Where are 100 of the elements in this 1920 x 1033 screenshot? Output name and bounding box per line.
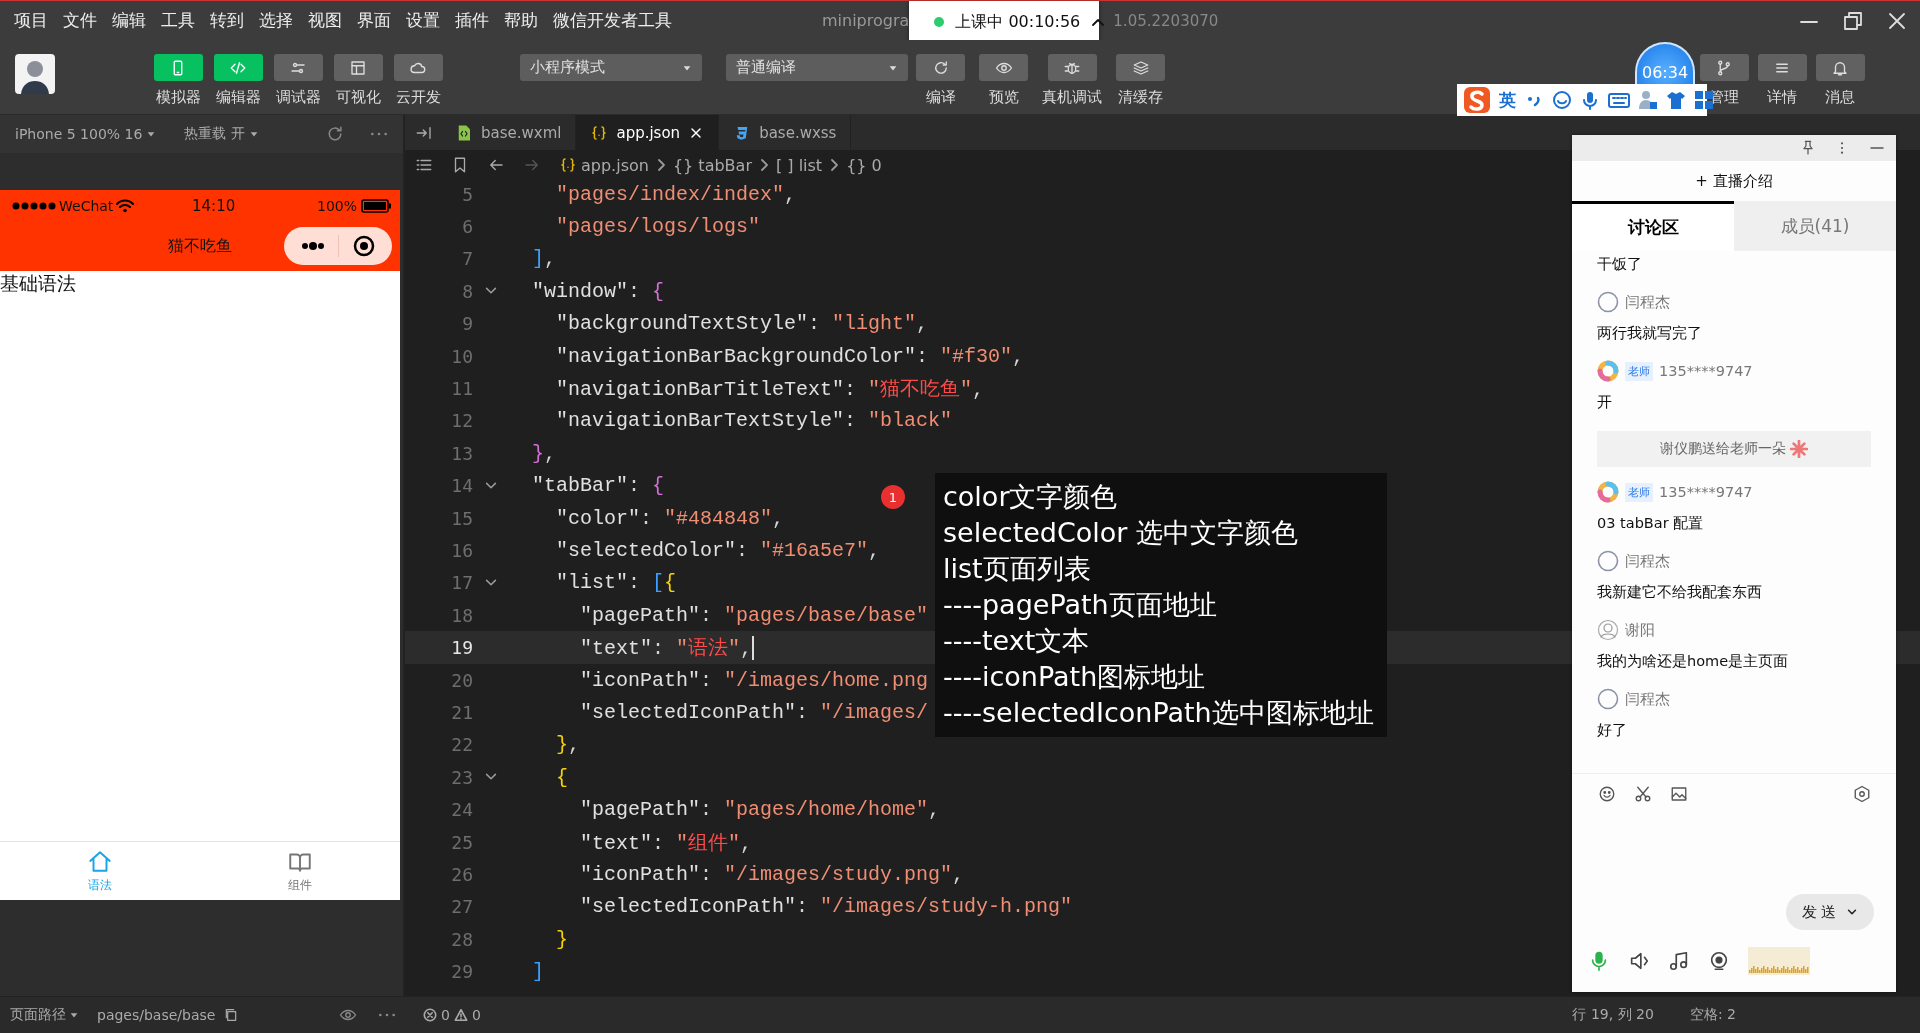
- gift-text: 谢仪鹏送给老师一朵: [1660, 440, 1786, 458]
- hot-reload-dropdown[interactable]: 热重载 开: [184, 125, 259, 143]
- code-line: "iconPath": "/images/home.png: [579, 668, 929, 692]
- user-name: 谢阳: [1625, 620, 1655, 640]
- line-number: 27: [450, 896, 473, 918]
- toolbar-label: 清缓存: [1118, 88, 1164, 107]
- window-title: miniprogra: [822, 11, 910, 30]
- line-number: 23: [450, 766, 473, 788]
- code-line: "text": "语法",: [579, 636, 753, 662]
- indentation-setting[interactable]: 空格: 2: [1689, 1006, 1736, 1024]
- editor-tab[interactable]: app.json: [576, 115, 720, 150]
- code-line: }: [555, 927, 568, 951]
- tooltip-line: ----iconPath图标地址: [943, 660, 1207, 694]
- device-dropdown[interactable]: iPhone 5 100% 16: [15, 126, 157, 142]
- toolbar-label: 云开发: [395, 88, 441, 107]
- menu-item[interactable]: 设置: [406, 9, 440, 32]
- code-line: "navigationBarTitleText": "猫不吃鱼",: [555, 377, 985, 403]
- chat-message: 03 tabBar 配置: [1597, 514, 1705, 533]
- toolbar-label: 调试器: [275, 88, 321, 107]
- line-number: 18: [450, 604, 473, 626]
- role-tag: 老师: [1625, 361, 1653, 381]
- user-name: 135****9747: [1659, 363, 1753, 379]
- code-line: "window": {: [531, 279, 665, 303]
- toolbar-label: 消息: [1825, 88, 1855, 107]
- line-number: 9: [461, 313, 473, 335]
- intro-link[interactable]: + 直播介绍: [1572, 161, 1896, 201]
- chat-message: 干饭了: [1597, 255, 1643, 274]
- code-line: "iconPath": "/images/study.png",: [579, 862, 965, 886]
- page-path-dropdown[interactable]: 页面路径: [10, 1006, 79, 1024]
- code-line: ],: [531, 247, 557, 271]
- dropdown[interactable]: 普通编译: [726, 54, 909, 81]
- tooltip-line: ----selectedIconPath选中图标地址: [943, 696, 1375, 730]
- line-number: 13: [450, 442, 473, 464]
- breadcrumb-item[interactable]: {} tabBar: [672, 155, 752, 175]
- toolbar-label: 编辑器: [215, 88, 261, 107]
- tooltip-line: selectedColor 选中文字颜色: [943, 516, 1300, 550]
- menu-item[interactable]: 界面: [357, 9, 391, 32]
- code-line: "list": [{: [555, 571, 677, 595]
- toolbar-label: 详情: [1767, 88, 1797, 107]
- cursor-position[interactable]: 行 19, 列 20: [1572, 1006, 1654, 1024]
- send-button[interactable]: 发 送: [1786, 894, 1874, 930]
- toolbar-label: 可视化: [335, 88, 381, 107]
- menu-item[interactable]: 视图: [308, 9, 342, 32]
- line-number: 11: [450, 378, 473, 400]
- line-number: 15: [450, 507, 473, 529]
- code-line: ]: [531, 960, 544, 984]
- toolbar-label: 模拟器: [155, 88, 201, 107]
- page-text: 基础语法: [0, 272, 76, 294]
- chat-message: 我新建它不给我配套东西: [1597, 583, 1763, 602]
- chat-tab[interactable]: 成员(41): [1734, 201, 1896, 251]
- version-label: 1.05.2203070: [1113, 11, 1219, 30]
- page-path: pages/base/base: [97, 1007, 216, 1023]
- problems-indicator[interactable]: 0 0: [423, 1007, 481, 1023]
- tooltip-line: list页面列表: [943, 552, 1092, 586]
- line-number: 10: [450, 345, 473, 367]
- code-line: "pages/logs/logs": [555, 215, 761, 239]
- line-number: 8: [461, 280, 473, 302]
- chat-message: 我的为啥还是home是主页面: [1597, 652, 1790, 671]
- line-number: 6: [461, 216, 473, 238]
- carrier-name: WeChat: [59, 197, 114, 214]
- user-name: 闫程杰: [1625, 689, 1670, 709]
- breadcrumb-item[interactable]: app.json: [559, 155, 649, 175]
- menu-item[interactable]: 文件: [63, 9, 97, 32]
- chat-tab[interactable]: 讨论区: [1572, 201, 1734, 251]
- menu-item[interactable]: 项目: [14, 9, 48, 32]
- menu-item[interactable]: 编辑: [112, 9, 146, 32]
- line-number: 25: [450, 831, 473, 853]
- code-line: {: [555, 765, 568, 789]
- code-line: "selectedIconPath": "/images/: [579, 700, 929, 724]
- toolbar-label: 预览: [988, 88, 1019, 107]
- menu-item[interactable]: 微信开发者工具: [553, 9, 672, 32]
- code-line: "text": "组件",: [579, 830, 753, 856]
- code-line: "pagePath": "pages/home/home",: [579, 798, 941, 822]
- code-line: "tabBar": {: [531, 474, 665, 498]
- breadcrumb-item[interactable]: [ ] list: [775, 155, 823, 175]
- page-title: 猫不吃鱼: [167, 235, 233, 257]
- toolbar-label: 编译: [925, 88, 956, 107]
- tooltip-line: ----pagePath页面地址: [943, 588, 1218, 622]
- breadcrumb-item[interactable]: {} 0: [846, 155, 882, 175]
- code-line: },: [555, 733, 581, 757]
- line-number: 20: [450, 669, 473, 691]
- menu-item[interactable]: 转到: [210, 9, 244, 32]
- menu-item[interactable]: 选择: [259, 9, 293, 32]
- ime-language-button[interactable]: 英: [1499, 88, 1516, 112]
- tab-bar-item[interactable]: 组件: [200, 842, 400, 900]
- step-badge: 1: [881, 485, 905, 509]
- code-line: "selectedColor": "#16a5e7",: [555, 539, 881, 562]
- menu-item[interactable]: 工具: [161, 9, 195, 32]
- dropdown[interactable]: 小程序模式: [520, 54, 703, 81]
- menu-item[interactable]: 插件: [455, 9, 489, 32]
- chat-message: 两行我就写完了: [1597, 324, 1703, 343]
- chat-message: 好了: [1597, 721, 1628, 740]
- line-number: 28: [450, 928, 473, 950]
- role-tag: 老师: [1625, 482, 1653, 502]
- code-line: "navigationBarBackgroundColor": "#f30",: [555, 344, 1025, 368]
- menu-item[interactable]: 帮助: [504, 9, 538, 32]
- line-number: 22: [450, 734, 473, 756]
- toolbar-label: 真机调试: [1042, 88, 1103, 107]
- code-line: },: [531, 441, 557, 465]
- code-line: "pagePath": "pages/base/base": [579, 603, 929, 627]
